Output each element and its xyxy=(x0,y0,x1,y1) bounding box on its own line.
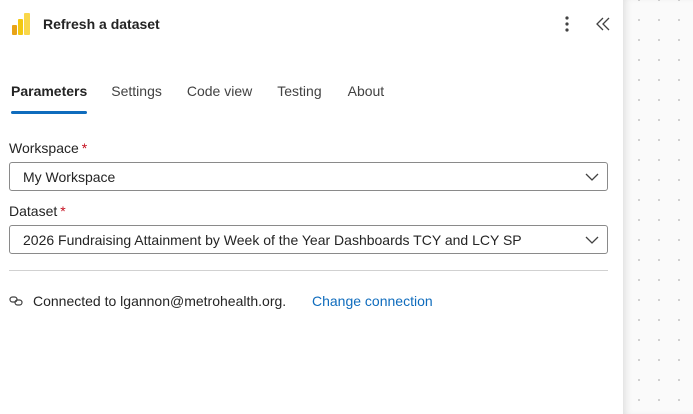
dataset-label-text: Dataset xyxy=(9,203,58,219)
tab-about[interactable]: About xyxy=(348,82,385,114)
chevron-double-left-icon xyxy=(596,17,610,31)
required-indicator: * xyxy=(60,203,66,219)
chevron-down-icon xyxy=(585,236,599,244)
dataset-selected-value: 2026 Fundraising Attainment by Week of t… xyxy=(23,232,522,248)
change-connection-link[interactable]: Change connection xyxy=(312,293,433,309)
panel-title: Refresh a dataset xyxy=(43,16,160,32)
workspace-selected-value: My Workspace xyxy=(23,169,116,185)
workspace-dropdown[interactable]: My Workspace xyxy=(9,162,608,191)
tab-testing[interactable]: Testing xyxy=(277,82,321,114)
designer-canvas[interactable] xyxy=(623,0,693,414)
dataset-dropdown[interactable]: 2026 Fundraising Attainment by Week of t… xyxy=(9,225,608,254)
connection-status: Connected to lgannon@metrohealth.org. xyxy=(33,293,287,309)
tab-list: Parameters Settings Code view Testing Ab… xyxy=(11,82,384,114)
action-details-panel: Refresh a dataset Parameters Settings Co… xyxy=(0,0,623,414)
workspace-label: Workspace * xyxy=(9,140,87,156)
collapse-panel-button[interactable] xyxy=(592,12,614,36)
tab-settings[interactable]: Settings xyxy=(111,82,162,114)
dataset-label: Dataset * xyxy=(9,203,66,219)
more-vertical-icon xyxy=(565,16,569,32)
section-divider xyxy=(9,270,608,271)
panel-header: Refresh a dataset xyxy=(0,0,623,48)
more-options-button[interactable] xyxy=(556,12,578,36)
tab-parameters[interactable]: Parameters xyxy=(11,82,88,114)
tab-code-view[interactable]: Code view xyxy=(187,82,252,114)
link-icon xyxy=(9,296,23,306)
workspace-label-text: Workspace xyxy=(9,140,79,156)
power-bi-logo xyxy=(12,13,30,35)
required-indicator: * xyxy=(81,140,88,156)
chevron-down-icon xyxy=(585,173,599,181)
